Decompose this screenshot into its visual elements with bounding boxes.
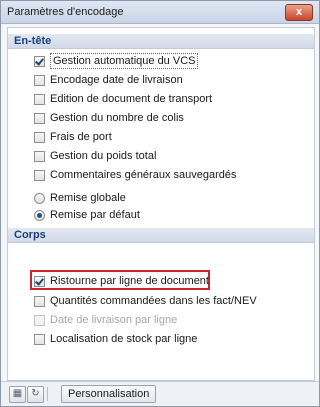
toolbar-separator: [47, 387, 48, 401]
checkbox-label: Gestion automatique du VCS: [50, 53, 199, 69]
section-header-entete: En-tête: [8, 34, 314, 49]
bottom-toolbar: ▦ ↻ Personnalisation: [1, 381, 319, 406]
checkbox[interactable]: [34, 112, 45, 124]
radio-label: Remise par défaut: [50, 209, 140, 221]
checkbox[interactable]: [34, 131, 45, 143]
checkbox-row[interactable]: Ristourne par ligne de document: [34, 274, 209, 288]
radio-row[interactable]: Remise par défaut: [34, 208, 140, 222]
radio-label: Remise globale: [50, 192, 126, 204]
checkbox-label: Localisation de stock par ligne: [50, 333, 198, 345]
checkbox-label: Frais de port: [50, 131, 112, 143]
personalisation-button[interactable]: Personnalisation: [61, 385, 157, 403]
checkbox[interactable]: [34, 55, 45, 67]
checkbox-row[interactable]: Encodage date de livraison: [34, 73, 183, 87]
checkbox-row[interactable]: Localisation de stock par ligne: [34, 332, 197, 346]
checkbox-row: Date de livraison par ligne: [34, 313, 177, 327]
checkbox-label: Ristourne par ligne de document: [50, 275, 209, 287]
refresh-icon[interactable]: ↻: [27, 386, 44, 403]
checkbox-label: Gestion du nombre de colis: [50, 112, 184, 124]
checkbox-row[interactable]: Frais de port: [34, 130, 112, 144]
checkbox-row[interactable]: Gestion du nombre de colis: [34, 111, 184, 125]
checkbox[interactable]: [34, 150, 45, 162]
checkbox-label: Quantités commandées dans les fact/NEV: [50, 295, 257, 307]
radio-row[interactable]: Remise globale: [34, 191, 126, 205]
close-icon: x: [295, 6, 303, 18]
checkbox[interactable]: [34, 275, 45, 287]
checkbox-row[interactable]: Edition de document de transport: [34, 92, 212, 106]
radio-button[interactable]: [34, 209, 45, 221]
checkbox[interactable]: [34, 74, 45, 86]
checkbox-label: Encodage date de livraison: [50, 74, 183, 86]
checkbox-label: Gestion du poids total: [50, 150, 157, 162]
layout-icon[interactable]: ▦: [9, 386, 26, 403]
settings-panel: En-tête Gestion automatique du VCS Encod…: [7, 27, 315, 381]
checkbox[interactable]: [34, 93, 45, 105]
checkbox-row[interactable]: Quantités commandées dans les fact/NEV: [34, 294, 257, 308]
checkbox-label: Date de livraison par ligne: [50, 314, 178, 326]
title-bar: Paramètres d'encodage x: [1, 1, 319, 24]
checkbox-label: Commentaires généraux sauvegardés: [50, 169, 237, 181]
radio-button[interactable]: [34, 192, 45, 204]
checkbox: [34, 314, 45, 326]
checkbox[interactable]: [34, 333, 45, 345]
checkbox[interactable]: [34, 169, 45, 181]
checkbox-row[interactable]: Gestion du poids total: [34, 149, 156, 163]
checkbox-row[interactable]: Gestion automatique du VCS: [34, 53, 199, 69]
checkbox-label: Edition de document de transport: [50, 93, 213, 105]
section-header-corps: Corps: [8, 228, 314, 243]
close-button[interactable]: x: [285, 4, 313, 21]
dialog-window: Paramètres d'encodage x En-tête Gestion …: [0, 0, 320, 407]
checkbox[interactable]: [34, 295, 45, 307]
checkbox-row[interactable]: Commentaires généraux sauvegardés: [34, 168, 237, 182]
window-title: Paramètres d'encodage: [7, 6, 124, 18]
